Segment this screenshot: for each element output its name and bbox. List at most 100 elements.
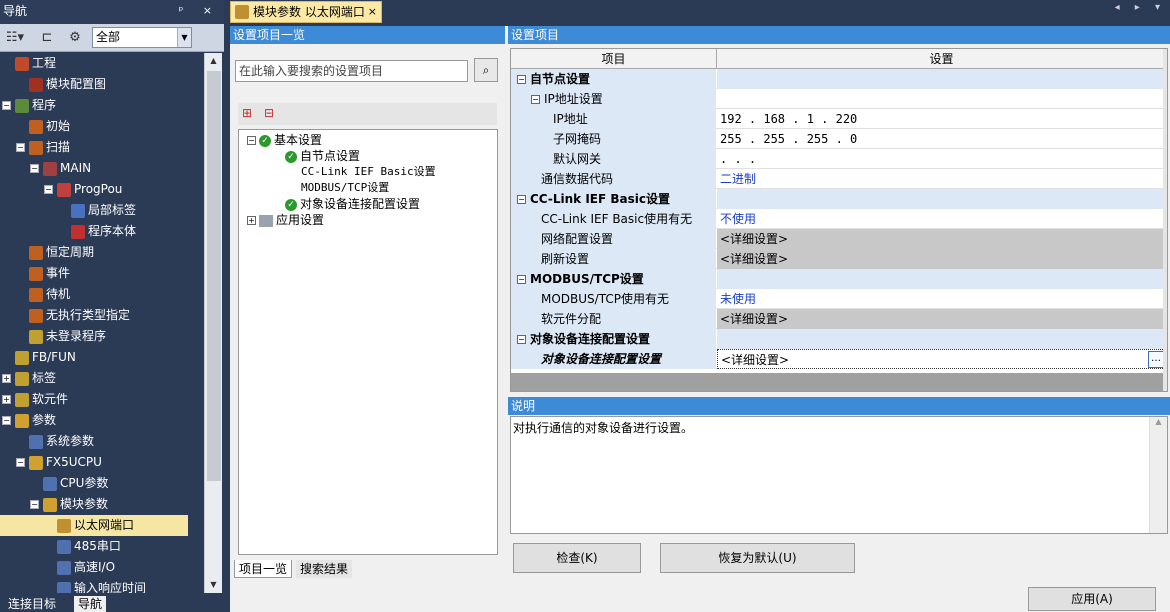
setting-row-value[interactable]: <详细设置>…: [717, 349, 1167, 369]
tab-item-list[interactable]: 项目一览: [234, 560, 293, 578]
setting-row[interactable]: 软元件分配 <详细设置>: [511, 309, 1167, 329]
setting-row[interactable]: IP地址 192 . 168 . 1 . 220: [511, 109, 1167, 129]
setting-row-value[interactable]: <详细设置>: [717, 249, 1167, 269]
tree-item-cclink[interactable]: CC-Link IEF Basic设置: [301, 164, 436, 180]
tab-scroll-arrows[interactable]: ◂ ▸ ▾: [1115, 2, 1166, 13]
collapse-icon[interactable]: −: [517, 195, 526, 204]
nav-tree-item[interactable]: − 参数: [0, 410, 188, 431]
setting-row-value[interactable]: [717, 189, 1167, 209]
setting-row[interactable]: CC-Link IEF Basic使用有无 不使用: [511, 209, 1167, 229]
scroll-up-icon[interactable]: ▲: [205, 53, 222, 69]
nav-tree-item[interactable]: 以太网端口: [0, 515, 188, 536]
nav-tree-item[interactable]: 工程: [0, 53, 188, 74]
setting-row[interactable]: 刷新设置 <详细设置>: [511, 249, 1167, 269]
setting-row[interactable]: 对象设备连接配置设置 <详细设置>…: [511, 349, 1167, 369]
nav-tree-item[interactable]: 无执行类型指定: [0, 305, 188, 326]
setting-row[interactable]: − MODBUS/TCP设置: [511, 269, 1167, 289]
tab-navigation[interactable]: 导航: [74, 596, 107, 612]
collapse-icon[interactable]: −: [517, 75, 526, 84]
apply-button[interactable]: 应用(A): [1028, 587, 1156, 611]
nav-tree-item[interactable]: − FX5UCPU: [0, 452, 188, 473]
tree-item-own-node[interactable]: ✓ 自节点设置: [285, 148, 360, 164]
collapse-icon[interactable]: −: [30, 500, 39, 509]
setting-row-value[interactable]: . . .: [717, 149, 1167, 169]
nav-tree-item[interactable]: 系统参数: [0, 431, 188, 452]
collapse-icon[interactable]: −: [44, 185, 53, 194]
collapse-icon[interactable]: −: [531, 95, 540, 104]
nav-scrollbar[interactable]: ▲ ▼: [204, 53, 222, 593]
restore-default-button[interactable]: 恢复为默认(U): [660, 543, 855, 573]
collapse-icon[interactable]: −: [2, 101, 11, 110]
nav-tree-item[interactable]: − 模块参数: [0, 494, 188, 515]
scroll-thumb[interactable]: [207, 71, 221, 481]
setting-row-value[interactable]: 未使用: [717, 289, 1167, 309]
nav-collapse-icon[interactable]: ⊏: [36, 28, 58, 48]
setting-row-value[interactable]: 不使用: [717, 209, 1167, 229]
nav-tree-item[interactable]: 初始: [0, 116, 188, 137]
nav-tree-item[interactable]: 485串口: [0, 536, 188, 557]
setting-row[interactable]: − 自节点设置: [511, 69, 1167, 89]
tree-item-basic[interactable]: − ✓ 基本设置: [247, 132, 322, 148]
setting-row[interactable]: − IP地址设置: [511, 89, 1167, 109]
nav-tree-item[interactable]: 未登录程序: [0, 326, 188, 347]
nav-tree-item[interactable]: − 程序: [0, 95, 188, 116]
close-icon[interactable]: ×: [368, 2, 377, 22]
nav-tree-item[interactable]: FB/FUN: [0, 347, 188, 368]
nav-tree-item[interactable]: 模块配置图: [0, 74, 188, 95]
nav-tree-item[interactable]: 高速I/O: [0, 557, 188, 578]
chevron-down-icon[interactable]: ▼: [177, 28, 191, 47]
setting-row-value[interactable]: [717, 89, 1167, 109]
setting-row[interactable]: 网络配置设置 <详细设置>: [511, 229, 1167, 249]
setting-row-value[interactable]: <详细设置>: [717, 309, 1167, 329]
nav-tree-item[interactable]: + 标签: [0, 368, 188, 389]
tab-module-parameter[interactable]: 模块参数 以太网端口 ×: [230, 1, 382, 23]
setting-row[interactable]: − CC-Link IEF Basic设置: [511, 189, 1167, 209]
collapse-icon[interactable]: −: [2, 416, 11, 425]
tab-connection-target[interactable]: 连接目标: [4, 596, 60, 612]
tree-item-application[interactable]: + 应用设置: [247, 212, 324, 228]
expand-all-icon[interactable]: ⊞: [242, 106, 252, 120]
binoculars-icon[interactable]: ⌕: [474, 58, 498, 82]
description-scrollbar[interactable]: ▲: [1149, 417, 1167, 533]
setting-row[interactable]: − 对象设备连接配置设置: [511, 329, 1167, 349]
tree-item-modbus[interactable]: MODBUS/TCP设置: [301, 180, 389, 196]
search-input[interactable]: 在此输入要搜索的设置项目: [235, 60, 468, 82]
nav-tree-item[interactable]: − MAIN: [0, 158, 188, 179]
setting-row-value[interactable]: 255 . 255 . 255 . 0: [717, 129, 1167, 149]
nav-tree-item[interactable]: 待机: [0, 284, 188, 305]
setting-row[interactable]: 默认网关 . . .: [511, 149, 1167, 169]
nav-tree-item[interactable]: − ProgPou: [0, 179, 188, 200]
collapse-icon[interactable]: −: [30, 164, 39, 173]
setting-row-value[interactable]: 二进制: [717, 169, 1167, 189]
grid-scrollbar[interactable]: [1163, 49, 1167, 391]
collapse-icon[interactable]: −: [247, 136, 256, 145]
setting-row-value[interactable]: <详细设置>: [717, 229, 1167, 249]
setting-row[interactable]: MODBUS/TCP使用有无 未使用: [511, 289, 1167, 309]
nav-filter-select[interactable]: 全部 ▼: [92, 27, 192, 48]
expand-icon[interactable]: +: [2, 374, 11, 383]
nav-tree-item[interactable]: 输入响应时间: [0, 578, 188, 593]
nav-tree-item[interactable]: CPU参数: [0, 473, 188, 494]
setting-row-value[interactable]: 192 . 168 . 1 . 220: [717, 109, 1167, 129]
nav-display-mode-icon[interactable]: ☷▾: [4, 28, 26, 48]
setting-row-value[interactable]: [717, 69, 1167, 89]
nav-tree-item[interactable]: 局部标签: [0, 200, 188, 221]
collapse-icon[interactable]: −: [517, 335, 526, 344]
check-button[interactable]: 检查(K): [513, 543, 641, 573]
collapse-icon[interactable]: −: [16, 143, 25, 152]
collapse-icon[interactable]: −: [16, 458, 25, 467]
ellipsis-button[interactable]: …: [1148, 351, 1164, 368]
collapse-icon[interactable]: −: [517, 275, 526, 284]
nav-tree-item[interactable]: 恒定周期: [0, 242, 188, 263]
expand-icon[interactable]: +: [2, 395, 11, 404]
setting-row-value[interactable]: [717, 269, 1167, 289]
tab-search-result[interactable]: 搜索结果: [296, 560, 353, 578]
tree-item-target-device[interactable]: ✓ 对象设备连接配置设置: [285, 196, 420, 212]
setting-row[interactable]: 子网掩码 255 . 255 . 255 . 0: [511, 129, 1167, 149]
setting-row-value[interactable]: [717, 329, 1167, 349]
collapse-all-icon[interactable]: ⊟: [264, 106, 274, 120]
nav-tree-item[interactable]: + 软元件: [0, 389, 188, 410]
gear-icon[interactable]: ⚙: [64, 28, 86, 48]
setting-row[interactable]: 通信数据代码 二进制: [511, 169, 1167, 189]
expand-icon[interactable]: +: [247, 216, 256, 225]
